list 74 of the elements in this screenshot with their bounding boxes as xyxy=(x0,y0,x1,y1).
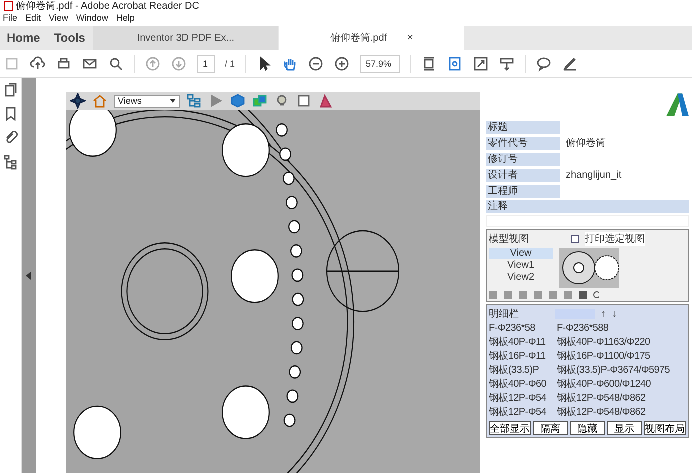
hierarchy-icon[interactable] xyxy=(186,93,202,109)
panel-title: 模型视图 xyxy=(489,232,530,246)
home-icon[interactable] xyxy=(92,93,108,109)
table-cell-text: 钢板40P-Φ1163/Φ220 xyxy=(557,337,652,349)
search-icon[interactable] xyxy=(108,56,124,72)
zoom-out-icon[interactable] xyxy=(308,56,324,72)
bom-button[interactable]: 隔离 xyxy=(533,421,568,435)
field-label: 标题 xyxy=(486,120,560,134)
menu-item[interactable]: Edit xyxy=(26,13,42,23)
table-cell-text: F-Φ236*58 xyxy=(489,323,536,335)
bom-button[interactable]: 视图布局 xyxy=(644,421,686,435)
expand-icon[interactable] xyxy=(473,56,490,72)
checkbox[interactable] xyxy=(571,235,579,243)
tab-label: 俯仰卷筒.pdf xyxy=(330,32,388,45)
collapse-arrow-icon[interactable] xyxy=(26,272,32,280)
close-icon[interactable]: × xyxy=(407,32,414,44)
panel-title: 明细栏 xyxy=(489,308,520,321)
cubes-icon[interactable] xyxy=(252,93,268,109)
table-cell-text: 钢板40P-Φ11 xyxy=(489,337,547,349)
table-cell-text: 钢板16P-Φ11 xyxy=(489,351,547,363)
field-label: 设计者 xyxy=(486,168,560,182)
table-cell-text: 钢板(33.5)P xyxy=(489,365,540,377)
page-number-field[interactable]: 1 xyxy=(197,54,215,72)
field-label: 修订号 xyxy=(486,152,560,166)
table-cell-text: 钢板12P-Φ548/Φ862 xyxy=(557,393,647,405)
window-title: 俯仰卷筒.pdf - Adobe Acrobat Reader DC xyxy=(16,0,200,13)
views-dropdown[interactable]: Views xyxy=(114,94,180,108)
tab[interactable]: 俯仰卷筒.pdf × xyxy=(279,26,464,50)
table-cell-text: 钢板12P-Φ548/Φ862 xyxy=(557,407,647,419)
bom-button[interactable]: 全部显示 xyxy=(489,421,531,435)
table-cell-text: F-Φ236*588 xyxy=(557,323,610,335)
table-cell-text: 钢板40P-Φ600/Φ1240 xyxy=(557,379,652,391)
bom-button[interactable]: 显示 xyxy=(607,421,642,435)
tab-label: Inventor 3D PDF Ex... xyxy=(137,32,235,44)
tab[interactable]: Inventor 3D PDF Ex... xyxy=(93,26,278,50)
sort-arrow[interactable]: ↓ xyxy=(612,308,617,320)
field-value: zhanglijun_it xyxy=(566,170,622,180)
pages-icon[interactable] xyxy=(2,82,18,98)
sort-arrow[interactable]: ↑ xyxy=(601,308,606,320)
table-cell-text: 钢板12P-Φ54 xyxy=(489,393,548,405)
view-item[interactable]: View xyxy=(489,248,553,259)
tab-label: Home xyxy=(7,31,40,45)
print-icon[interactable] xyxy=(56,56,72,72)
bom-button[interactable]: 隐藏 xyxy=(570,421,605,435)
menu-item[interactable]: File xyxy=(3,13,18,23)
page-total: / 1 xyxy=(225,58,236,68)
cloud-upload-icon[interactable] xyxy=(30,56,46,72)
print-label: 打印选定视图 xyxy=(585,232,645,246)
caret-icon xyxy=(170,99,176,103)
zoom-in-icon[interactable] xyxy=(334,56,350,72)
comment-icon[interactable] xyxy=(536,56,552,72)
zoom-field[interactable]: 57.9% xyxy=(360,54,400,72)
field-label: 零件代号 xyxy=(486,136,560,150)
navigation-icon[interactable] xyxy=(70,93,86,109)
menu-item[interactable]: Help xyxy=(116,13,135,23)
view-tools-icon[interactable] xyxy=(489,290,599,299)
gear-drawing[interactable] xyxy=(66,110,480,473)
view-item[interactable]: View2 xyxy=(489,272,553,283)
scroll-icon[interactable] xyxy=(499,56,516,72)
gear-thumbnail-icon xyxy=(559,248,619,288)
field-label: 工程师 xyxy=(486,184,560,198)
logo-icon xyxy=(665,92,689,118)
table-cell-text: 钢板40P-Φ60 xyxy=(489,379,548,391)
table-cell-text: 钢板16P-Φ1100/Φ175 xyxy=(557,351,652,363)
table-cell-text: 钢板(33.5)P-Φ3674/Φ5975 xyxy=(557,365,672,377)
tree-icon[interactable] xyxy=(2,154,18,170)
notes-label: 注释 xyxy=(486,200,689,213)
field-value: 俯仰卷筒 xyxy=(566,136,606,150)
menu-item[interactable]: Window xyxy=(76,13,108,23)
pen-icon[interactable] xyxy=(562,56,578,72)
table-cell-text: 钢板12P-Φ54 xyxy=(489,407,548,419)
menu-item[interactable]: View xyxy=(49,13,68,23)
view-item[interactable]: View1 xyxy=(489,260,553,271)
tab-label: Tools xyxy=(54,31,86,45)
